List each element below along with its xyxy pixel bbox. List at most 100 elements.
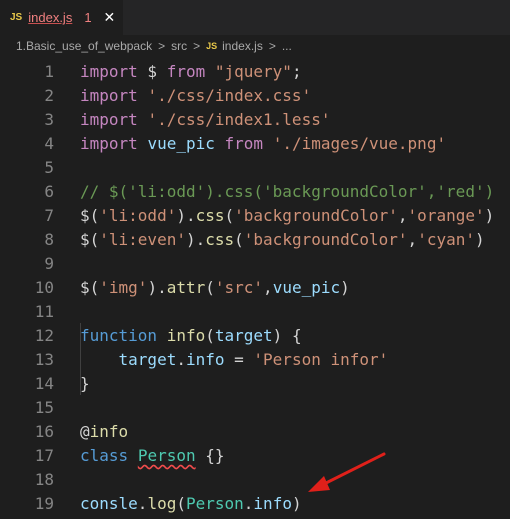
line-number: 16: [34, 422, 54, 441]
code-line[interactable]: 2 import './css/index.css': [0, 84, 510, 108]
line-number: 17: [34, 446, 54, 465]
code-line[interactable]: 5: [0, 156, 510, 180]
code-line[interactable]: 16 @info: [0, 420, 510, 444]
close-icon[interactable]: ✕: [104, 9, 116, 26]
code-token: $(: [80, 206, 100, 225]
code-token: css: [195, 206, 225, 225]
breadcrumb: 1.Basic_use_of_webpack > src > JS index.…: [0, 35, 510, 57]
problem-count-badge: 1: [84, 10, 92, 25]
breadcrumb-item-folder[interactable]: 1.Basic_use_of_webpack: [16, 39, 152, 53]
code-editor[interactable]: 1 import $ from "jquery"; 2 import './css/i…: [0, 57, 510, 516]
code-token: function: [80, 326, 158, 345]
code-token: 'backgroundColor': [234, 206, 398, 225]
code-text: // $('li:odd').css('backgroundColor','re…: [80, 180, 494, 204]
code-line[interactable]: 7 $('li:odd').css('backgroundColor','oran…: [0, 204, 510, 228]
code-line[interactable]: 1 import $ from "jquery";: [0, 60, 510, 84]
code-token: (: [234, 230, 244, 249]
line-number: 1: [44, 62, 54, 81]
breadcrumb-item-symbols[interactable]: ...: [282, 39, 292, 53]
code-token: $: [137, 62, 167, 81]
code-token: =: [224, 350, 254, 369]
code-token: (: [176, 494, 186, 513]
code-token: ,: [397, 206, 408, 225]
code-token: './images/vue.png': [272, 134, 447, 153]
code-token: info: [89, 422, 129, 441]
javascript-file-icon: JS: [10, 12, 23, 23]
code-line[interactable]: 12 function info(target) {: [0, 324, 510, 348]
code-line[interactable]: 9: [0, 252, 510, 276]
code-token: ).: [176, 206, 196, 225]
code-token: // $('li:odd').css('backgroundColor','re…: [80, 182, 495, 201]
line-number: 3: [44, 110, 54, 129]
line-number: 7: [44, 206, 54, 225]
code-line[interactable]: 19 consle.log(Person.info): [0, 492, 510, 516]
code-token: "jquery": [214, 62, 292, 81]
line-number: 10: [34, 278, 54, 297]
code-token: ,: [407, 230, 418, 249]
code-token: log: [147, 494, 177, 513]
code-line[interactable]: 6 // $('li:odd').css('backgroundColor','r…: [0, 180, 510, 204]
code-token: ).: [147, 278, 167, 297]
code-line[interactable]: 14}: [0, 372, 510, 396]
code-token: from: [224, 134, 264, 153]
code-text: function info(target) {: [80, 324, 302, 348]
code-token: ).: [185, 230, 206, 249]
code-line[interactable]: 4 import vue_pic from './images/vue.png': [0, 132, 510, 156]
line-number: 19: [34, 494, 54, 513]
code-line[interactable]: 10 $('img').attr('src',vue_pic): [0, 276, 510, 300]
code-line[interactable]: 13 target.info = 'Person infor': [0, 348, 510, 372]
code-token: $(: [80, 230, 100, 249]
code-token: Person: [137, 446, 196, 465]
code-text: $('img').attr('src',vue_pic): [80, 276, 350, 300]
code-token: info: [253, 494, 292, 513]
tab-index-js[interactable]: JS index.js 1 ✕: [0, 0, 124, 35]
code-token: 'li:even': [99, 230, 186, 249]
code-token: './css/index1.less': [147, 110, 331, 129]
code-token: ): [484, 206, 495, 225]
code-token: }: [80, 374, 90, 393]
line-number: 8: [44, 230, 54, 249]
tab-filename: index.js: [28, 10, 73, 25]
line-number: 12: [34, 326, 54, 345]
code-token: import: [80, 62, 138, 81]
line-number: 2: [44, 86, 54, 105]
javascript-file-icon: JS: [206, 41, 218, 51]
code-line[interactable]: 15: [0, 396, 510, 420]
code-token: css: [205, 230, 235, 249]
code-token: attr: [166, 278, 206, 297]
code-token: 'src': [214, 278, 264, 297]
code-token: target: [118, 350, 177, 369]
code-token: @: [80, 422, 90, 441]
breadcrumb-separator: >: [193, 39, 201, 53]
code-line[interactable]: 3 import './css/index1.less': [0, 108, 510, 132]
code-token: ,: [263, 278, 273, 297]
code-token: info: [185, 350, 225, 369]
code-token: from: [166, 62, 206, 81]
breadcrumb-item-src[interactable]: src: [171, 39, 187, 53]
breadcrumb-separator: >: [268, 39, 276, 53]
code-token: vue_pic: [147, 134, 215, 153]
code-line[interactable]: 18: [0, 468, 510, 492]
code-text: import $ from "jquery";: [80, 60, 302, 84]
code-line[interactable]: 11: [0, 300, 510, 324]
code-text: import './css/index1.less': [80, 108, 330, 132]
annotation-arrow-icon: [308, 452, 386, 492]
code-text: $('li:even').css('backgroundColor','cyan…: [80, 228, 485, 252]
code-token: (: [205, 326, 215, 345]
code-token: import: [80, 134, 138, 153]
code-token: (: [205, 278, 215, 297]
breadcrumb-item-file[interactable]: index.js: [222, 39, 263, 53]
code-token: {}: [195, 446, 225, 465]
code-line[interactable]: 8 $('li:even').css('backgroundColor','cya…: [0, 228, 510, 252]
code-token: consle: [80, 494, 138, 513]
code-text: target.info = 'Person infor': [80, 348, 389, 372]
code-token: 'Person infor': [253, 350, 389, 369]
code-line[interactable]: 17 class Person {}: [0, 444, 510, 468]
code-token: info: [166, 326, 206, 345]
